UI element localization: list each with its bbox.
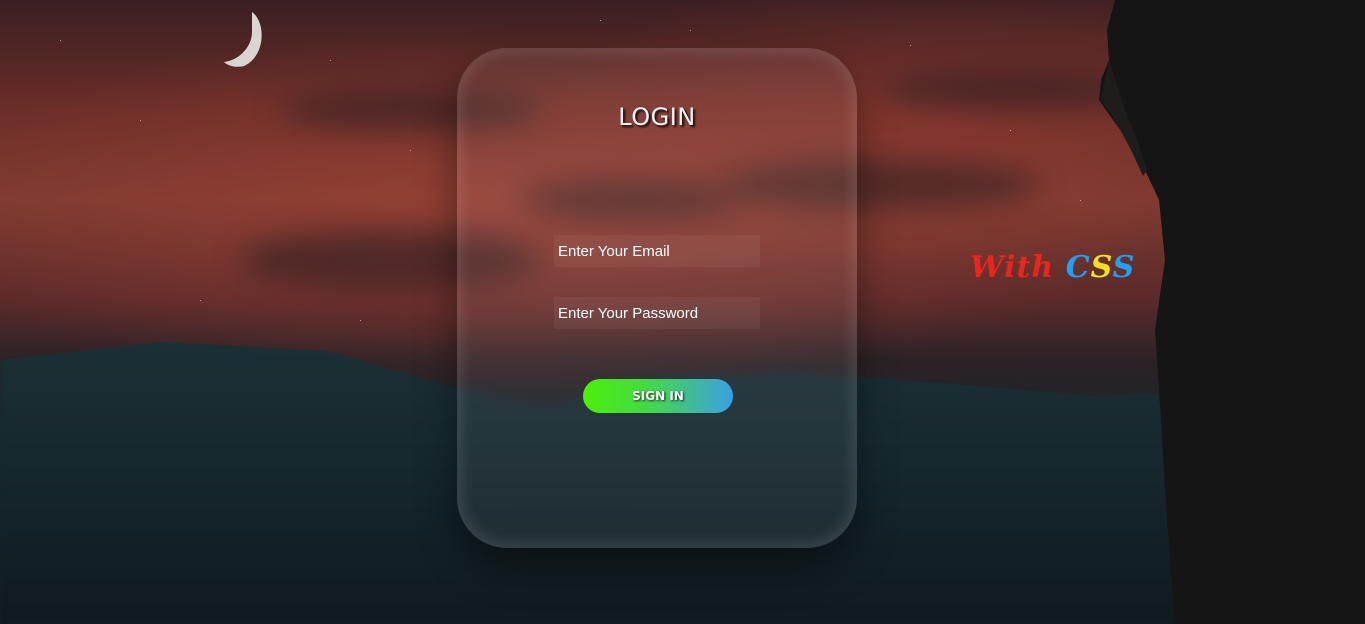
login-title: LOGIN [618,103,696,131]
tagline-with: With [970,250,1055,285]
login-card: LOGIN SIGN IN [457,48,857,548]
person-silhouette [1099,0,1365,624]
tagline-css-letter: C [1065,250,1091,285]
tagline-css-letter: S [1090,250,1113,285]
crescent-moon-icon [224,12,262,67]
tagline: With CSS [970,250,1135,285]
email-field[interactable] [554,235,760,267]
sign-in-button[interactable]: SIGN IN [583,379,733,413]
tagline-css-letter: S [1112,250,1136,285]
password-field[interactable] [554,297,760,329]
